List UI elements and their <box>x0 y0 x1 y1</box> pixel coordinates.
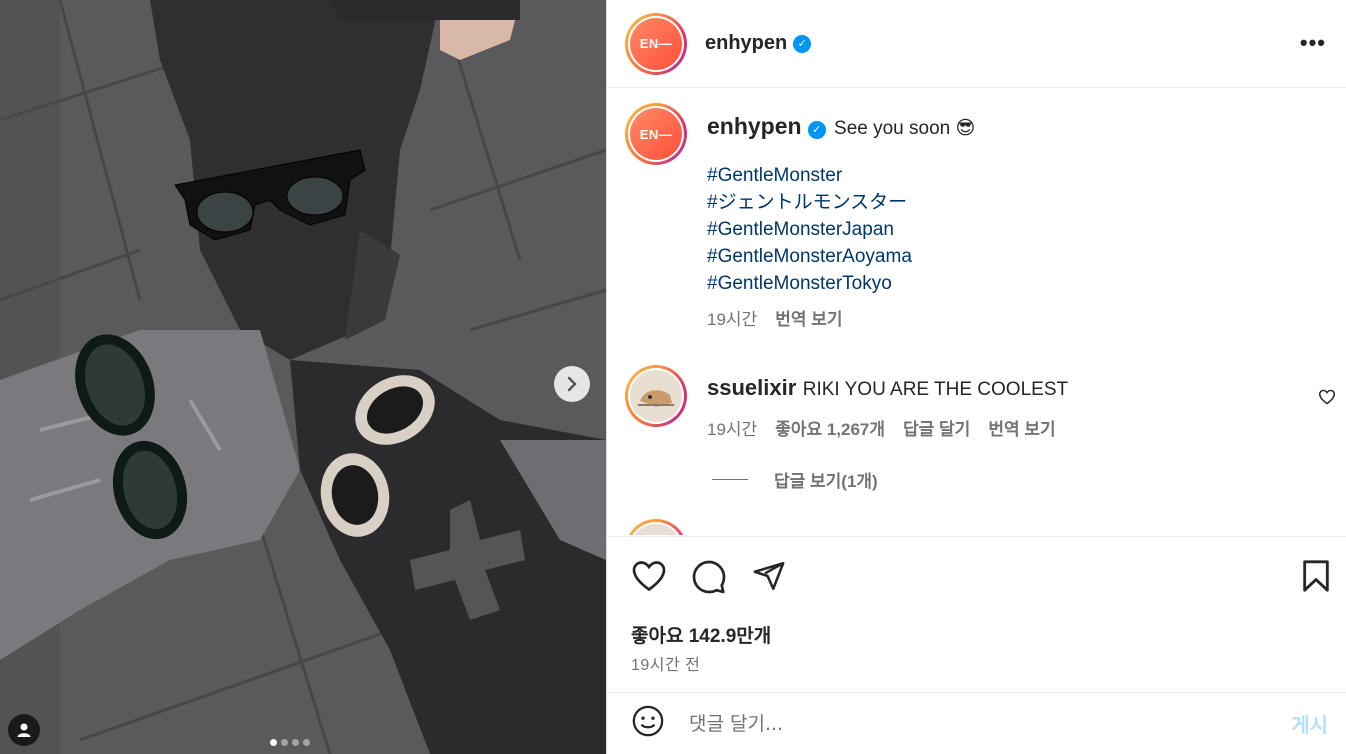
hashtag-link[interactable]: #GentleMonsterJapan <box>707 216 1307 243</box>
comment-time: 19시간 <box>707 420 758 439</box>
carousel-dot <box>281 739 288 746</box>
like-heart-icon[interactable] <box>631 559 667 598</box>
header-avatar[interactable]: EN— <box>625 12 687 75</box>
reply-button[interactable]: 답글 달기 <box>903 420 970 439</box>
post-comment-button[interactable]: 게시 <box>1291 709 1328 738</box>
comment-avatar[interactable] <box>625 519 687 535</box>
comment-input[interactable] <box>689 712 1249 735</box>
hashtag-link[interactable]: #ジェントルモンスター <box>707 189 1307 216</box>
chevron-right-icon <box>567 376 577 392</box>
comment-text: RIKI YOU ARE THE COOLEST <box>802 379 1069 400</box>
comment-meta: 19시간 좋아요 1,267개 답글 달기 번역 보기 <box>707 415 1307 440</box>
comment-username[interactable]: ssuelixir <box>707 375 796 400</box>
caption-time: 19시간 <box>707 310 758 329</box>
comment-bubble-icon[interactable] <box>691 559 727 600</box>
hashtag-link[interactable]: #GentleMonsterAoyama <box>707 243 1307 270</box>
translate-button[interactable]: 번역 보기 <box>775 310 842 329</box>
verified-badge-icon: ✓ <box>807 120 826 139</box>
caption-username[interactable]: enhypen <box>707 113 802 139</box>
like-comment-heart-icon[interactable] <box>1318 389 1336 410</box>
verified-badge-icon: ✓ <box>793 34 812 53</box>
post-photo[interactable] <box>0 0 606 754</box>
carousel-indicator <box>270 739 310 746</box>
header-username[interactable]: enhypen ✓ <box>705 32 812 55</box>
caption-meta: 19시간 번역 보기 <box>707 305 1307 330</box>
next-slide-button[interactable] <box>554 366 590 402</box>
dog-illustration-icon <box>638 390 674 407</box>
avatar-logo-text: EN— <box>630 17 682 70</box>
post-time[interactable]: 19시간 전 <box>631 651 700 675</box>
hashtag-link[interactable]: #GentleMonster <box>707 162 1307 189</box>
view-replies-button[interactable]: 답글 보기(1개) <box>712 467 878 492</box>
user-icon <box>17 723 31 737</box>
hashtag-link[interactable]: #GentleMonsterTokyo <box>707 270 1307 297</box>
caption-avatar-text: EN— <box>630 108 682 160</box>
comment-likes[interactable]: 좋아요 1,267개 <box>775 420 885 439</box>
likes-count[interactable]: 좋아요 142.9만개 <box>631 621 771 648</box>
carousel-dot <box>303 739 310 746</box>
comment-avatar-image <box>630 370 682 422</box>
caption: enhypen ✓ See you soon 😎 #GentleMonster #… <box>707 113 1307 330</box>
comment-avatar[interactable] <box>625 365 687 427</box>
replies-divider <box>712 479 748 480</box>
more-options-icon[interactable]: ••• <box>1300 30 1326 56</box>
hashtag-list: #GentleMonster #ジェントルモンスター #GentleMonste… <box>707 162 1307 297</box>
header-username-text[interactable]: enhypen <box>705 32 787 54</box>
caption-avatar[interactable]: EN— <box>625 103 687 165</box>
carousel-dot <box>292 739 299 746</box>
comment-avatar-image <box>630 524 682 535</box>
post-panel: EN— enhypen ✓ ••• EN— enhypen ✓ See you so… <box>606 0 1346 754</box>
translate-button[interactable]: 번역 보기 <box>988 420 1055 439</box>
carousel-dot <box>270 739 277 746</box>
comment: ssuelixir RIKI YOU ARE THE COOLEST 19시간 좋… <box>707 375 1307 440</box>
view-replies-label: 답글 보기(1개) <box>774 472 878 491</box>
comments-section[interactable]: EN— enhypen ✓ See you soon 😎 #GentleMonst… <box>607 89 1346 535</box>
emoji-smiley-icon[interactable] <box>631 704 665 743</box>
bookmark-icon[interactable] <box>1301 559 1331 598</box>
post-header: EN— enhypen ✓ ••• <box>607 0 1346 88</box>
photo-scene <box>0 0 606 754</box>
post-actions: 좋아요 142.9만개 19시간 전 <box>607 536 1346 692</box>
add-comment-bar: 게시 <box>607 692 1346 754</box>
caption-text: See you soon 😎 <box>834 118 976 139</box>
share-send-icon[interactable] <box>751 559 787 598</box>
tagged-users-button[interactable] <box>8 714 40 746</box>
